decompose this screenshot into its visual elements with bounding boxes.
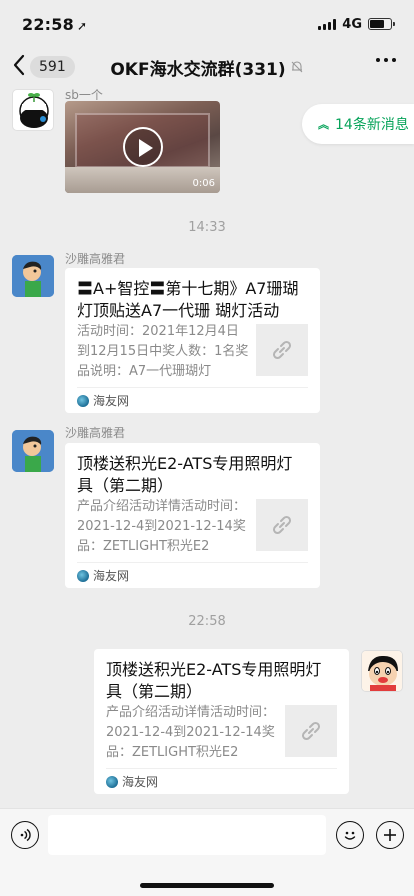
avatar[interactable] bbox=[12, 430, 54, 472]
battery-icon bbox=[368, 18, 395, 30]
link-card[interactable]: 〓A+智控〓第十七期》A7珊瑚灯顶贴送A7一代珊 瑚灯活动 活动时间：2021年… bbox=[65, 268, 320, 413]
location-arrow-icon: ➚ bbox=[76, 18, 88, 33]
status-time-text: 22:58 bbox=[22, 14, 74, 34]
link-icon bbox=[256, 324, 308, 376]
card-source-name: 海友网 bbox=[122, 775, 159, 789]
bell-off-icon bbox=[290, 60, 304, 74]
voice-icon[interactable] bbox=[11, 821, 39, 849]
status-indicators: 4G bbox=[318, 16, 395, 32]
status-bar: 22:58 ➚ 4G bbox=[0, 0, 414, 48]
double-chevron-up-icon: ︽ bbox=[318, 117, 329, 131]
card-source-name: 海友网 bbox=[93, 569, 130, 583]
new-messages-button[interactable]: ︽ 14条新消息 bbox=[302, 104, 414, 144]
card-description: 产品介绍活动详情活动时间：2021-12-4到2021-12-14奖品：ZETL… bbox=[106, 705, 276, 760]
time-divider: 14:33 bbox=[188, 220, 226, 235]
emoji-icon[interactable] bbox=[336, 821, 364, 849]
card-title: 〓A+智控〓第十七期》A7珊瑚灯顶贴送A7一代珊 瑚灯活动 bbox=[77, 279, 299, 320]
chat-area[interactable]: sb一个 0:06 ︽ 14条新消息 14:33 沙雕高雅君 〓A+智控〓第十七… bbox=[0, 86, 414, 808]
card-source: 海友网 bbox=[77, 387, 308, 413]
more-dots-icon bbox=[376, 58, 380, 62]
plus-icon[interactable] bbox=[376, 821, 404, 849]
card-description: 产品介绍活动详情活动时间：2021-12-4到2021-12-14奖品：ZETL… bbox=[77, 499, 247, 554]
video-duration: 0:06 bbox=[192, 178, 215, 189]
home-indicator[interactable] bbox=[140, 883, 274, 888]
avatar[interactable] bbox=[361, 650, 403, 692]
video-message[interactable]: 0:06 bbox=[65, 101, 220, 193]
card-source: 海友网 bbox=[77, 562, 308, 588]
network-type: 4G bbox=[342, 16, 362, 32]
more-options-button[interactable] bbox=[376, 58, 396, 62]
new-messages-label: 14条新消息 bbox=[335, 117, 409, 133]
sender-name: 沙雕高雅君 bbox=[65, 252, 126, 266]
back-button[interactable]: 591 bbox=[12, 52, 75, 82]
signal-icon bbox=[318, 18, 337, 30]
time-divider: 22:58 bbox=[188, 614, 226, 629]
link-icon bbox=[256, 499, 308, 551]
link-card[interactable]: 顶楼送积光E2-ATS专用照明灯具（第二期） 产品介绍活动详情活动时间：2021… bbox=[94, 649, 349, 794]
link-icon bbox=[285, 705, 337, 757]
card-title: 顶楼送积光E2-ATS专用照明灯具（第二期） bbox=[106, 660, 322, 701]
card-title: 顶楼送积光E2-ATS专用照明灯具（第二期） bbox=[77, 454, 293, 495]
unread-count-badge: 591 bbox=[30, 56, 75, 78]
source-logo-icon bbox=[77, 569, 89, 582]
card-source-name: 海友网 bbox=[93, 394, 130, 408]
message-input[interactable] bbox=[48, 815, 326, 855]
link-card[interactable]: 顶楼送积光E2-ATS专用照明灯具（第二期） 产品介绍活动详情活动时间：2021… bbox=[65, 443, 320, 588]
card-source: 海友网 bbox=[106, 768, 337, 794]
sender-name: 沙雕高雅君 bbox=[65, 426, 126, 440]
play-icon[interactable] bbox=[123, 127, 163, 167]
chat-title-text: OKF海水交流群(331) bbox=[110, 59, 286, 80]
chat-title: OKF海水交流群(331) bbox=[110, 55, 303, 80]
card-description: 活动时间：2021年12月4日到12月15日中奖人数：1名奖品说明：A7一代珊瑚… bbox=[77, 324, 249, 379]
chevron-left-icon bbox=[12, 54, 26, 81]
nav-bar: 591 OKF海水交流群(331) bbox=[0, 48, 414, 86]
source-logo-icon bbox=[106, 775, 118, 788]
status-time: 22:58 ➚ bbox=[22, 15, 87, 34]
source-logo-icon bbox=[77, 394, 89, 407]
avatar[interactable] bbox=[12, 89, 54, 131]
avatar[interactable] bbox=[12, 255, 54, 297]
